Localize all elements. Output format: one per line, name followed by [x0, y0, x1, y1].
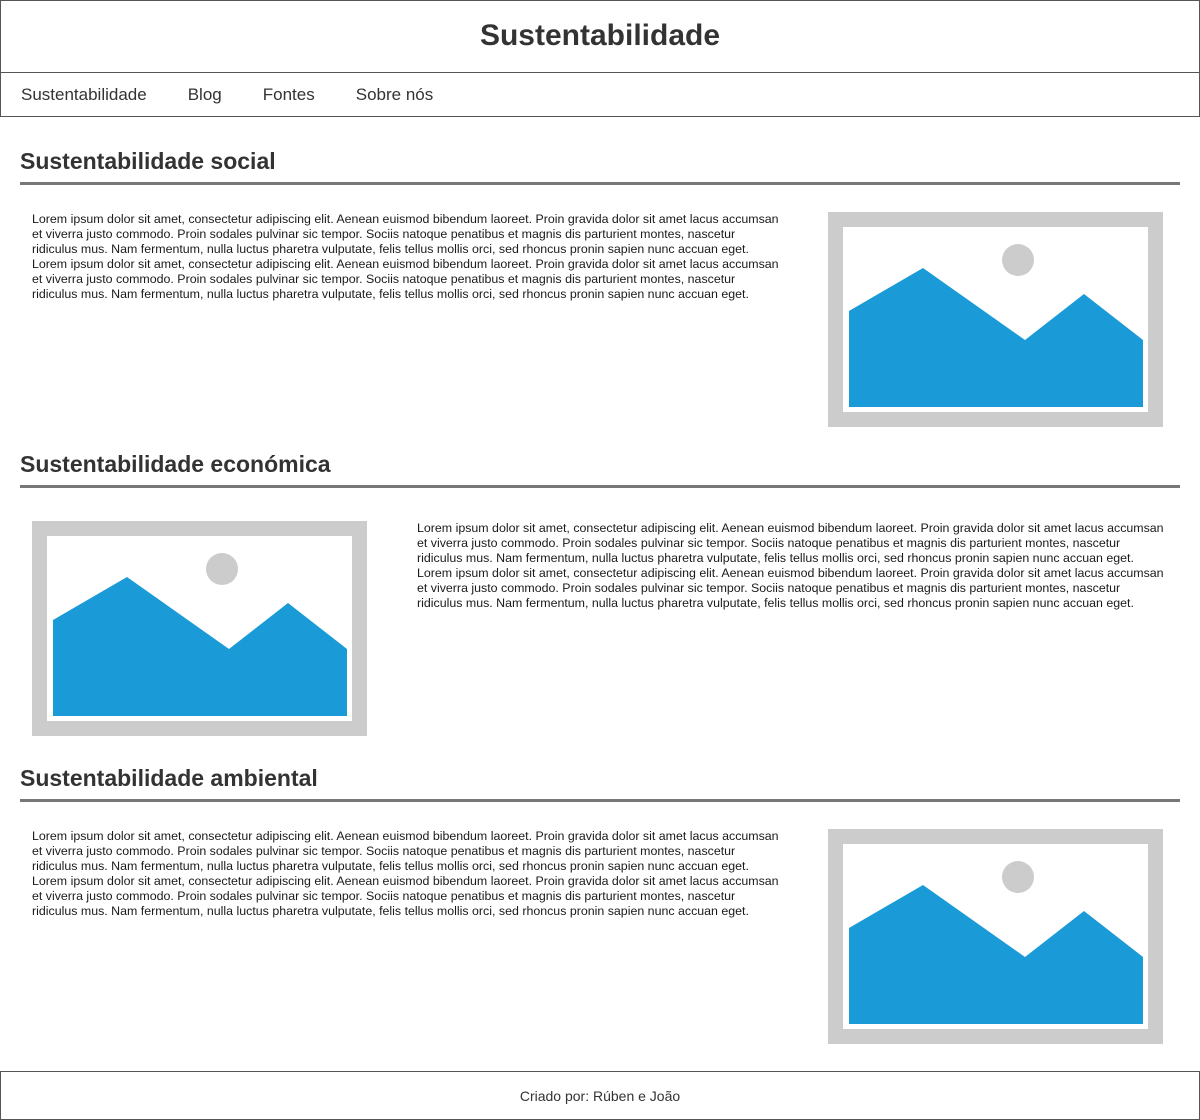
site-footer: Criado por: Rúben e João [0, 1071, 1200, 1120]
section-text-social: Lorem ipsum dolor sit amet, consectetur … [32, 212, 779, 301]
image-placeholder-icon [828, 829, 1163, 1044]
site-header: Sustentabilidade [0, 0, 1200, 73]
footer-credits: Criado por: Rúben e João [519, 1087, 681, 1104]
nav-item-fontes[interactable]: Fontes [263, 85, 315, 105]
section-divider [20, 485, 1180, 488]
nav-item-sustentabilidade[interactable]: Sustentabilidade [21, 85, 147, 105]
section-divider [20, 182, 1180, 185]
section-title-ambiental: Sustentabilidade ambiental [20, 765, 318, 791]
section-title-social: Sustentabilidade social [20, 148, 276, 174]
image-placeholder-icon [32, 521, 367, 736]
section-text-economica: Lorem ipsum dolor sit amet, consectetur … [417, 521, 1164, 610]
main-nav: Sustentabilidade Blog Fontes Sobre nós [0, 72, 1200, 117]
site-title: Sustentabilidade [479, 18, 721, 52]
section-divider [20, 799, 1180, 802]
nav-item-blog[interactable]: Blog [188, 85, 222, 105]
section-text-ambiental: Lorem ipsum dolor sit amet, consectetur … [32, 829, 779, 918]
section-title-economica: Sustentabilidade económica [20, 451, 331, 477]
nav-item-sobre-nos[interactable]: Sobre nós [356, 85, 434, 105]
image-placeholder-icon [828, 212, 1163, 427]
